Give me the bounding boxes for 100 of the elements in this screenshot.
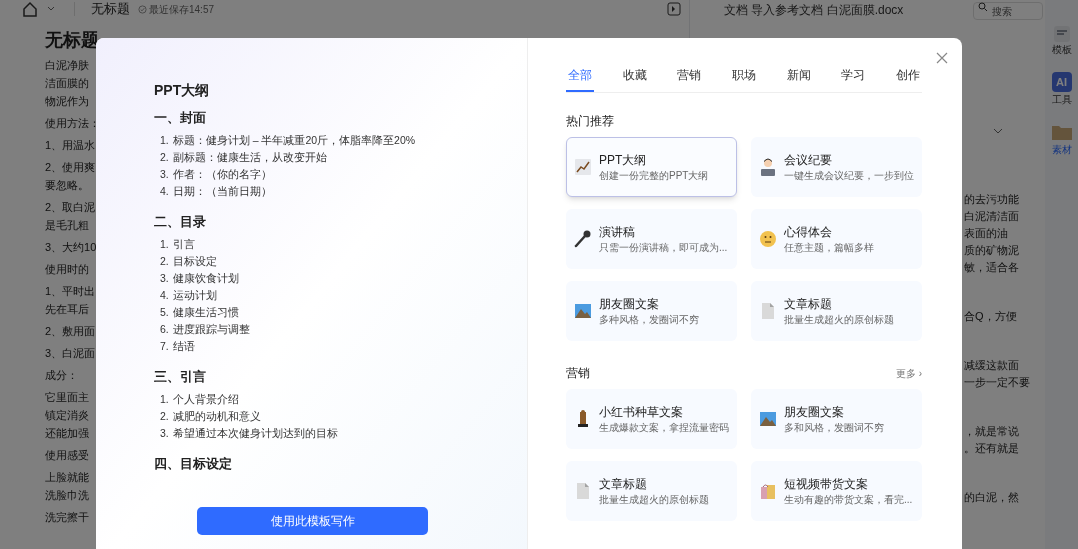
section-heading: 二、目录	[154, 213, 207, 231]
list-number: 2.	[160, 254, 169, 269]
document-text-line: 使用方法：	[45, 116, 100, 131]
person-laptop-icon	[758, 157, 778, 177]
document-text-line: 物泥作为	[45, 94, 89, 109]
list-item-text: 目标设定	[172, 254, 217, 269]
preview-title: PPT大纲	[154, 81, 210, 100]
sidebar-item[interactable]: AI 工具	[1051, 72, 1072, 106]
document-text-line: 白泥净肤	[45, 58, 89, 73]
chart-icon	[573, 157, 593, 177]
category-tab[interactable]: 新闻	[784, 66, 813, 92]
list-number: 2.	[160, 409, 169, 424]
list-item-text: 健康生活习惯	[172, 305, 239, 320]
document-text-line: 镇定消炎	[45, 408, 89, 423]
document-text-line: 合Q，方便	[964, 309, 1017, 324]
home-icon[interactable]	[22, 1, 38, 17]
category-tab[interactable]: 职场	[729, 66, 758, 92]
document-path: 文档 导入参考文档 白泥面膜.docx	[724, 1, 904, 19]
document-text-line: 洗脸巾洗	[45, 488, 89, 503]
list-item-text: 希望通过本次健身计划达到的目标	[172, 426, 338, 441]
template-card[interactable]: 心得体会 任意主题，篇幅多样	[751, 209, 922, 269]
sidebar-item[interactable]: 模板	[1051, 26, 1072, 56]
document-text-line: 减缓这款面	[964, 358, 1019, 373]
category-tab[interactable]: 营销	[675, 66, 704, 92]
group-title: 营销	[566, 365, 590, 381]
list-item-text: 标题：健身计划 – 半年减重20斤，体脂率降至20%	[172, 133, 416, 148]
template-card[interactable]: 演讲稿 只需一份演讲稿，即可成为...	[566, 209, 737, 269]
document-text-line: 1、平时出	[45, 284, 96, 299]
list-number: 1.	[160, 237, 169, 252]
microphone-icon	[573, 229, 593, 249]
document-title: 无标题	[91, 0, 130, 19]
category-tab[interactable]: 学习	[839, 66, 868, 92]
template-card[interactable]: 会议纪要 一键生成会议纪要，一步到位	[751, 137, 922, 197]
document-text-line: 的去污功能	[964, 192, 1019, 207]
panel-toggle-icon[interactable]	[667, 2, 681, 16]
list-number: 3.	[160, 271, 169, 286]
list-item-text: 健康饮食计划	[172, 271, 239, 286]
template-card[interactable]: 小红书种草文案 生成爆款文案，拿捏流量密码	[566, 389, 737, 449]
document-text-line: 是毛孔粗	[45, 218, 89, 233]
document-text-line: 洗完擦干	[45, 510, 89, 525]
close-icon[interactable]	[936, 52, 948, 64]
list-item-text: 作者：（你的名字）	[172, 167, 272, 182]
list-number: 5.	[160, 305, 169, 320]
list-item-text: 减肥的动机和意义	[172, 409, 261, 424]
list-item-text: 副标题：健康生活，从改变开始	[172, 150, 327, 165]
template-card[interactable]: 短视频带货文案 生动有趣的带货文案，看完...	[751, 461, 922, 521]
template-card[interactable]: 朋友圈文案 多和风格，发圈词不穷	[751, 389, 922, 449]
document-text-line: ，就是常说	[964, 424, 1019, 439]
document-text-line: 使用时的	[45, 262, 89, 277]
document-text-line: 2、敷用面	[45, 324, 96, 339]
section-heading: 四、目标设定	[154, 455, 232, 473]
chevron-down-icon[interactable]	[993, 127, 1003, 135]
group-title: 热门推荐	[566, 113, 614, 129]
category-tab[interactable]: 创作	[893, 66, 922, 92]
document-text-line: 质的矿物泥	[964, 243, 1019, 258]
document-text-line: 3、白泥面	[45, 346, 96, 361]
list-number: 3.	[160, 426, 169, 441]
use-template-button[interactable]: 使用此模板写作	[197, 507, 428, 535]
document-text-line: 使用感受	[45, 448, 89, 463]
document-text-line: 的白泥，然	[964, 490, 1019, 505]
template-icon	[1053, 26, 1070, 42]
list-number: 1.	[160, 392, 169, 407]
document-text-line: 2、使用爽	[45, 160, 96, 175]
document-text-line: 成分：	[45, 368, 78, 383]
document-text-line: 洁面膜的	[45, 76, 89, 91]
document-heading: 无标题	[45, 29, 100, 52]
search-field[interactable]: 搜索	[973, 2, 1043, 20]
document-text-line: 敏，适合各	[964, 260, 1019, 275]
document-text-line: 3、大约10	[45, 240, 97, 255]
list-number: 4.	[160, 288, 169, 303]
landscape-picture-icon	[573, 301, 593, 321]
more-link[interactable]: 更多 ›	[895, 365, 922, 381]
shopping-bags-icon	[758, 481, 778, 501]
list-item-text: 日期：（当前日期）	[172, 184, 272, 199]
category-tab[interactable]: 全部	[566, 66, 594, 92]
document-text-line: 1、用温水	[45, 138, 96, 153]
template-card[interactable]: PPT大纲 创建一份完整的PPT大纲	[566, 137, 737, 197]
document-text-line: 先在耳后	[45, 302, 89, 317]
section-heading: 三、引言	[154, 368, 207, 386]
category-tab[interactable]: 收藏	[620, 66, 649, 92]
list-number: 4.	[160, 184, 169, 199]
list-item-text: 个人背景介绍	[172, 392, 239, 407]
list-item-text: 进度跟踪与调整	[172, 322, 250, 337]
template-card[interactable]: 文章标题 批量生成超火的原创标题	[566, 461, 737, 521]
list-item-text: 引言	[172, 237, 195, 252]
document-text-line: 它里面主	[45, 390, 89, 405]
check-circle-icon	[138, 4, 147, 14]
document-text-line: 还能加强	[45, 426, 89, 441]
document-text-line: 白泥清洁面	[964, 209, 1019, 224]
search-icon	[978, 1, 988, 12]
document-text-line: 。还有就是	[964, 441, 1019, 456]
template-card[interactable]: 朋友圈文案 多种风格，发圈词不穷	[566, 281, 737, 341]
template-card[interactable]: 文章标题 批量生成超火的原创标题	[751, 281, 922, 341]
save-status: 最近保存14:57	[149, 2, 215, 17]
document-text-line: 2、取白泥	[45, 200, 96, 215]
list-number: 2.	[160, 150, 169, 165]
document-text-line: 要忽略。	[45, 178, 89, 193]
landscape-picture-icon	[758, 409, 778, 429]
document-text-line: 一步一定不要	[964, 375, 1030, 390]
list-number: 6.	[160, 322, 169, 337]
